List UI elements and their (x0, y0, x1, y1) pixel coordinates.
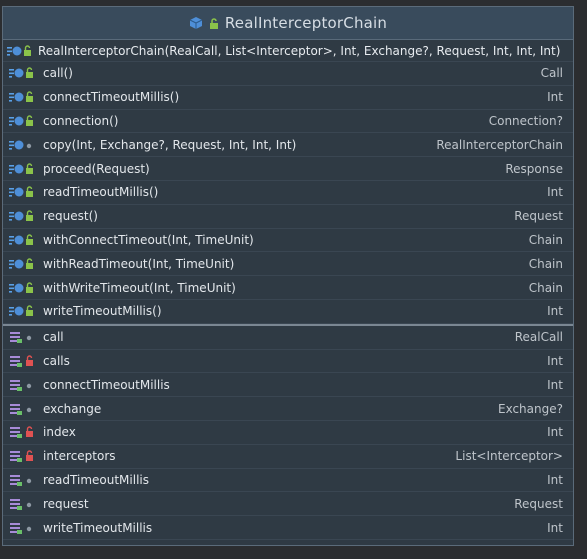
method-row[interactable]: withConnectTimeout(Int, TimeUnit) Chain (3, 229, 573, 253)
method-name: call() (43, 66, 73, 81)
method-name: connectTimeoutMillis() (43, 90, 180, 105)
method-name: proceed(Request) (43, 161, 150, 176)
method-type: Response (505, 161, 563, 176)
method-name: connection() (43, 113, 119, 128)
method-type: Chain (528, 256, 563, 271)
field-row[interactable]: request Request (3, 492, 573, 517)
method-row[interactable]: readTimeoutMillis() Int (3, 181, 573, 205)
class-title: RealInterceptorChain (224, 14, 388, 32)
field-icon (9, 450, 43, 463)
fields-section: call RealCall calls Int connectTimeoutMillis… (3, 326, 573, 540)
field-icon (9, 474, 43, 486)
field-icon (9, 403, 43, 415)
field-type: RealCall (514, 330, 563, 345)
field-type: Int (547, 353, 563, 368)
public-lock-icon (209, 17, 219, 29)
method-type: Connection? (488, 113, 563, 128)
method-icon (9, 91, 43, 103)
field-name: exchange (43, 401, 102, 416)
field-name: index (43, 425, 76, 440)
field-type: Int (547, 425, 563, 440)
method-icon (9, 281, 43, 294)
field-row[interactable]: call RealCall (3, 326, 573, 350)
method-type: Int (547, 90, 563, 105)
method-icon (9, 305, 43, 317)
field-row[interactable]: calls Int (3, 350, 573, 374)
method-row[interactable]: writeTimeoutMillis() Int (3, 300, 573, 324)
method-icon (9, 234, 43, 246)
method-type: Chain (528, 280, 563, 295)
field-row[interactable]: writeTimeoutMillis Int (3, 516, 573, 540)
field-name: readTimeoutMillis (43, 472, 149, 487)
constructor-icon (7, 44, 33, 57)
field-type: Exchange? (497, 401, 563, 416)
constructor-signature: RealInterceptorChain(RealCall, List<Inte… (38, 43, 561, 58)
method-row[interactable]: connection() Connection? (3, 110, 573, 134)
method-icon (9, 186, 43, 198)
field-name: call (43, 330, 64, 345)
field-icon (9, 355, 43, 367)
field-row[interactable]: index Int (3, 421, 573, 445)
field-name: writeTimeoutMillis (43, 520, 153, 535)
method-name: readTimeoutMillis() (43, 185, 159, 200)
method-icon (9, 115, 43, 127)
field-icon (9, 522, 43, 534)
class-title-bar: RealInterceptorChain (3, 7, 573, 40)
class-structure-panel: RealInterceptorChain RealInterceptorChai… (2, 6, 574, 546)
method-icon (9, 210, 43, 222)
method-name: withWriteTimeout(Int, TimeUnit) (43, 280, 236, 295)
method-icon (9, 67, 43, 79)
field-row[interactable]: readTimeoutMillis Int (3, 469, 573, 493)
class-icon (189, 16, 203, 30)
constructor-row[interactable]: RealInterceptorChain(RealCall, List<Inte… (3, 40, 573, 62)
method-type: Request (514, 209, 563, 224)
method-type: RealInterceptorChain (436, 137, 563, 152)
method-row[interactable]: copy(Int, Exchange?, Request, Int, Int, … (3, 133, 573, 158)
field-icon (9, 426, 43, 439)
method-name: copy(Int, Exchange?, Request, Int, Int, … (43, 137, 297, 152)
field-type: Int (547, 377, 563, 392)
field-icon (9, 331, 43, 344)
field-type: Int (547, 520, 563, 535)
method-row[interactable]: request() Request (3, 205, 573, 229)
field-name: connectTimeoutMillis (43, 377, 170, 392)
method-icon (9, 258, 43, 270)
method-type: Int (547, 185, 563, 200)
method-type: Chain (528, 232, 563, 247)
method-icon (9, 162, 43, 175)
field-icon (9, 498, 43, 510)
method-row[interactable]: withWriteTimeout(Int, TimeUnit) Chain (3, 276, 573, 300)
method-row[interactable]: connectTimeoutMillis() Int (3, 86, 573, 110)
method-row[interactable]: proceed(Request) Response (3, 157, 573, 181)
method-name: writeTimeoutMillis() (43, 304, 162, 319)
method-row[interactable]: call() Call (3, 62, 573, 86)
field-icon (9, 379, 43, 391)
method-name: request() (43, 209, 98, 224)
method-type: Int (547, 304, 563, 319)
methods-section: call() Call connectTimeoutMillis() Int conne… (3, 62, 573, 324)
method-type: Call (540, 66, 563, 81)
field-type: Int (547, 472, 563, 487)
field-row[interactable]: exchange Exchange? (3, 397, 573, 421)
field-name: interceptors (43, 449, 116, 464)
method-icon (9, 139, 43, 151)
method-name: withReadTimeout(Int, TimeUnit) (43, 256, 235, 271)
method-row[interactable]: withReadTimeout(Int, TimeUnit) Chain (3, 252, 573, 277)
field-name: calls (43, 353, 70, 368)
field-name: request (43, 496, 89, 511)
field-type: List<Interceptor> (455, 449, 563, 464)
field-row[interactable]: connectTimeoutMillis Int (3, 373, 573, 398)
method-name: withConnectTimeout(Int, TimeUnit) (43, 232, 254, 247)
field-type: Request (514, 496, 563, 511)
field-row[interactable]: interceptors List<Interceptor> (3, 445, 573, 469)
